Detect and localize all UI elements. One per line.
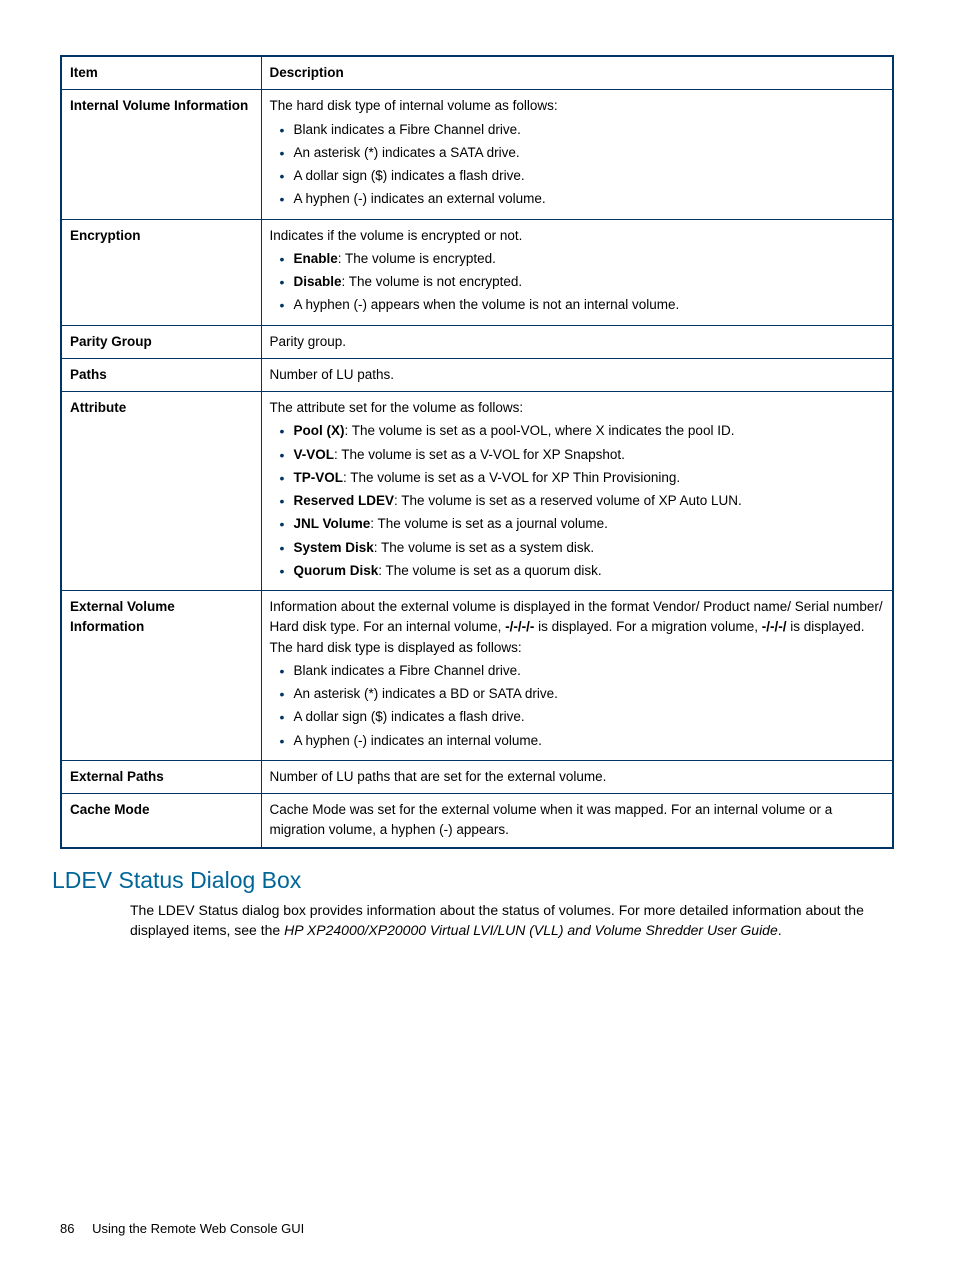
description-bullet: A dollar sign ($) indicates a flash driv…: [280, 166, 885, 186]
item-cell: External Volume Information: [61, 591, 261, 761]
footer-title: Using the Remote Web Console GUI: [92, 1221, 304, 1236]
table-row: External Volume InformationInformation a…: [61, 591, 893, 761]
description-bullet: An asterisk (*) indicates a BD or SATA d…: [280, 684, 885, 704]
section-text-ldev-status: The LDEV Status dialog box provides info…: [130, 900, 894, 941]
description-table: Item Description Internal Volume Informa…: [60, 55, 894, 849]
description-intro: The hard disk type of internal volume as…: [270, 96, 885, 116]
section-text-italic: HP XP24000/XP20000 Virtual LVI/LUN (VLL)…: [284, 922, 778, 938]
header-description: Description: [261, 56, 893, 90]
description-bullet: V-VOL: The volume is set as a V-VOL for …: [280, 445, 885, 465]
description-cell: Parity group.: [261, 325, 893, 358]
description-cell: Number of LU paths that are set for the …: [261, 760, 893, 793]
table-row: Encryption Indicates if the volume is enc…: [61, 219, 893, 325]
description-intro: Number of LU paths that are set for the …: [270, 767, 885, 787]
table-row: Paths Number of LU paths.: [61, 358, 893, 391]
description-intro: Indicates if the volume is encrypted or …: [270, 226, 885, 246]
section-text-trail: .: [778, 922, 782, 938]
item-cell: External Paths: [61, 760, 261, 793]
description-bullet-list: Blank indicates a Fibre Channel drive. An…: [270, 661, 885, 751]
description-bullet: A dollar sign ($) indicates a flash driv…: [280, 707, 885, 727]
description-bullet: Quorum Disk: The volume is set as a quor…: [280, 561, 885, 581]
table-row: Cache ModeCache Mode was set for the ext…: [61, 794, 893, 848]
description-bullet: Pool (X): The volume is set as a pool-VO…: [280, 421, 885, 441]
page-number: 86: [60, 1221, 74, 1236]
description-cell: Information about the external volume is…: [261, 591, 893, 761]
description-cell: The hard disk type of internal volume as…: [261, 90, 893, 219]
description-intro: Number of LU paths.: [270, 365, 885, 385]
description-cell: Cache Mode was set for the external volu…: [261, 794, 893, 848]
description-bullet: TP-VOL: The volume is set as a V-VOL for…: [280, 468, 885, 488]
description-bullet: An asterisk (*) indicates a SATA drive.: [280, 143, 885, 163]
table-row: Attribute The attribute set for the volum…: [61, 392, 893, 591]
description-bullet: A hyphen (-) indicates an internal volum…: [280, 731, 885, 751]
section-heading-ldev-status: LDEV Status Dialog Box: [52, 867, 894, 894]
item-cell: Encryption: [61, 219, 261, 325]
description-intro: Parity group.: [270, 332, 885, 352]
header-item: Item: [61, 56, 261, 90]
description-bullet-list: Enable: The volume is encrypted. Disable:…: [270, 249, 885, 316]
description-intro: Information about the external volume is…: [270, 597, 885, 658]
description-bullet: A hyphen (-) indicates an external volum…: [280, 189, 885, 209]
description-cell: Indicates if the volume is encrypted or …: [261, 219, 893, 325]
table-row: External Paths Number of LU paths that ar…: [61, 760, 893, 793]
description-bullet: Enable: The volume is encrypted.: [280, 249, 885, 269]
description-bullet: Blank indicates a Fibre Channel drive.: [280, 120, 885, 140]
description-bullet: A hyphen (-) appears when the volume is …: [280, 295, 885, 315]
item-cell: Internal Volume Information: [61, 90, 261, 219]
description-bullet-list: Blank indicates a Fibre Channel drive. An…: [270, 120, 885, 210]
description-cell: Number of LU paths.: [261, 358, 893, 391]
description-bullet: Reserved LDEV: The volume is set as a re…: [280, 491, 885, 511]
item-cell: Attribute: [61, 392, 261, 591]
description-bullet: Disable: The volume is not encrypted.: [280, 272, 885, 292]
description-cell: The attribute set for the volume as foll…: [261, 392, 893, 591]
description-bullet: JNL Volume: The volume is set as a journ…: [280, 514, 885, 534]
description-intro: The attribute set for the volume as foll…: [270, 398, 885, 418]
description-bullet: System Disk: The volume is set as a syst…: [280, 538, 885, 558]
description-bullet-list: Pool (X): The volume is set as a pool-VO…: [270, 421, 885, 581]
page-footer: 86 Using the Remote Web Console GUI: [60, 1221, 304, 1236]
item-cell: Cache Mode: [61, 794, 261, 848]
item-cell: Parity Group: [61, 325, 261, 358]
table-row: Parity Group Parity group.: [61, 325, 893, 358]
description-intro: Cache Mode was set for the external volu…: [270, 800, 885, 841]
item-cell: Paths: [61, 358, 261, 391]
table-row: Internal Volume Information The hard disk…: [61, 90, 893, 219]
description-bullet: Blank indicates a Fibre Channel drive.: [280, 661, 885, 681]
